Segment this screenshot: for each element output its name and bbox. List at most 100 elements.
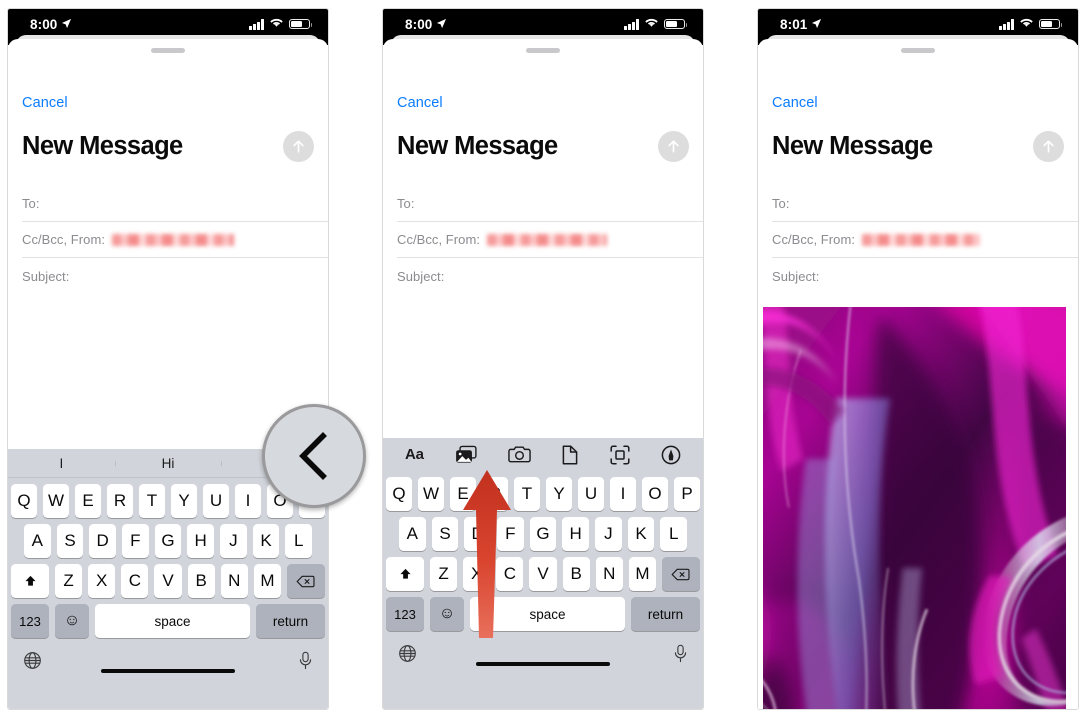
key-a[interactable]: A: [24, 524, 51, 558]
key-d[interactable]: D: [89, 524, 117, 558]
page-title: New Message: [772, 132, 933, 160]
return-key[interactable]: return: [256, 604, 325, 638]
key-f[interactable]: F: [122, 524, 149, 558]
status-indicators: [624, 15, 688, 33]
key-i[interactable]: I: [235, 484, 261, 518]
field-to[interactable]: To:: [383, 185, 703, 222]
key-i[interactable]: I: [610, 477, 636, 511]
numbers-key[interactable]: 123: [386, 597, 424, 631]
key-u[interactable]: U: [578, 477, 604, 511]
globe-language-icon[interactable]: [398, 644, 417, 663]
key-x[interactable]: X: [88, 564, 116, 598]
attachment-toolbar: Aa: [383, 438, 703, 471]
microphone-dictation-icon[interactable]: [673, 644, 688, 663]
key-j[interactable]: J: [220, 524, 247, 558]
key-t[interactable]: T: [139, 484, 165, 518]
markup-button[interactable]: [661, 445, 681, 465]
key-m[interactable]: M: [253, 564, 281, 598]
globe-language-icon[interactable]: [23, 651, 42, 670]
key-y[interactable]: Y: [171, 484, 197, 518]
key-z[interactable]: Z: [430, 557, 458, 591]
message-body-area[interactable]: [758, 294, 1078, 709]
scan-document-button[interactable]: [610, 444, 630, 465]
field-subject[interactable]: Subject:: [8, 258, 328, 295]
field-to[interactable]: To:: [758, 185, 1078, 222]
photos-library-icon: [456, 445, 477, 463]
key-r[interactable]: R: [107, 484, 133, 518]
sheet-grabber[interactable]: [901, 48, 935, 53]
send-button[interactable]: [658, 131, 689, 162]
cancel-button[interactable]: Cancel: [22, 95, 68, 111]
backspace-delete-icon: [671, 568, 691, 580]
camera-button[interactable]: [508, 445, 532, 464]
field-ccbcc-from[interactable]: Cc/Bcc, From:: [383, 222, 703, 259]
key-o[interactable]: O: [642, 477, 668, 511]
key-j[interactable]: J: [595, 517, 622, 551]
microphone-dictation-icon[interactable]: [298, 651, 313, 670]
delete-key[interactable]: [661, 557, 700, 591]
cellular-signal-icon: [999, 19, 1014, 30]
key-l[interactable]: L: [285, 524, 313, 558]
emoji-smiley-icon[interactable]: ☺: [55, 604, 89, 638]
sheet-header: New Message: [22, 131, 314, 162]
field-subject[interactable]: Subject:: [758, 258, 1078, 295]
key-p[interactable]: P: [674, 477, 700, 511]
photo-library-button[interactable]: [455, 445, 477, 464]
shift-key[interactable]: [11, 564, 49, 598]
document-button[interactable]: [562, 444, 578, 465]
key-s[interactable]: S: [56, 524, 84, 558]
key-w[interactable]: W: [418, 477, 444, 511]
key-v[interactable]: V: [154, 564, 182, 598]
key-k[interactable]: K: [252, 524, 280, 558]
key-n[interactable]: N: [595, 557, 623, 591]
home-indicator: [476, 661, 610, 666]
key-l[interactable]: L: [660, 517, 688, 551]
key-t[interactable]: T: [514, 477, 540, 511]
key-b[interactable]: B: [562, 557, 590, 591]
key-n[interactable]: N: [220, 564, 248, 598]
field-subject[interactable]: Subject:: [383, 258, 703, 295]
sheet-grabber[interactable]: [151, 48, 185, 53]
key-c[interactable]: C: [121, 564, 149, 598]
key-g[interactable]: G: [154, 524, 182, 558]
key-m[interactable]: M: [628, 557, 656, 591]
back-chevron-callout[interactable]: [262, 404, 366, 508]
attached-photo[interactable]: [763, 307, 1066, 709]
key-a[interactable]: A: [399, 517, 426, 551]
field-to[interactable]: To:: [8, 185, 328, 222]
field-label: Cc/Bcc, From:: [772, 232, 855, 248]
suggestion-item[interactable]: I: [8, 456, 115, 471]
key-k[interactable]: K: [627, 517, 655, 551]
suggestion-item[interactable]: Hi: [114, 456, 222, 471]
keyboard-bottom-bar: [383, 631, 703, 675]
key-h[interactable]: H: [187, 524, 215, 558]
space-key[interactable]: space: [95, 604, 250, 638]
send-button[interactable]: [1033, 131, 1064, 162]
cancel-button[interactable]: Cancel: [397, 95, 443, 111]
shift-key[interactable]: [386, 557, 424, 591]
key-z[interactable]: Z: [55, 564, 83, 598]
key-s[interactable]: S: [431, 517, 459, 551]
key-q[interactable]: Q: [11, 484, 37, 518]
sheet-grabber[interactable]: [526, 48, 560, 53]
key-w[interactable]: W: [43, 484, 69, 518]
key-v[interactable]: V: [529, 557, 557, 591]
text-format-button[interactable]: Aa: [405, 446, 424, 463]
field-ccbcc-from[interactable]: Cc/Bcc, From:: [758, 222, 1078, 259]
key-e[interactable]: E: [75, 484, 101, 518]
shift-up-arrow-icon: [24, 575, 36, 586]
key-h[interactable]: H: [562, 517, 590, 551]
return-key[interactable]: return: [631, 597, 700, 631]
field-label: To:: [772, 195, 790, 211]
key-b[interactable]: B: [187, 564, 215, 598]
compose-sheet: Cancel New Message To: Cc/Bcc, From: Sub…: [8, 39, 328, 709]
numbers-key[interactable]: 123: [11, 604, 49, 638]
cancel-button[interactable]: Cancel: [772, 95, 818, 111]
send-button[interactable]: [283, 131, 314, 162]
key-u[interactable]: U: [203, 484, 229, 518]
delete-key[interactable]: [286, 564, 325, 598]
key-y[interactable]: Y: [546, 477, 572, 511]
key-q[interactable]: Q: [386, 477, 412, 511]
key-g[interactable]: G: [529, 517, 557, 551]
field-ccbcc-from[interactable]: Cc/Bcc, From:: [8, 222, 328, 259]
